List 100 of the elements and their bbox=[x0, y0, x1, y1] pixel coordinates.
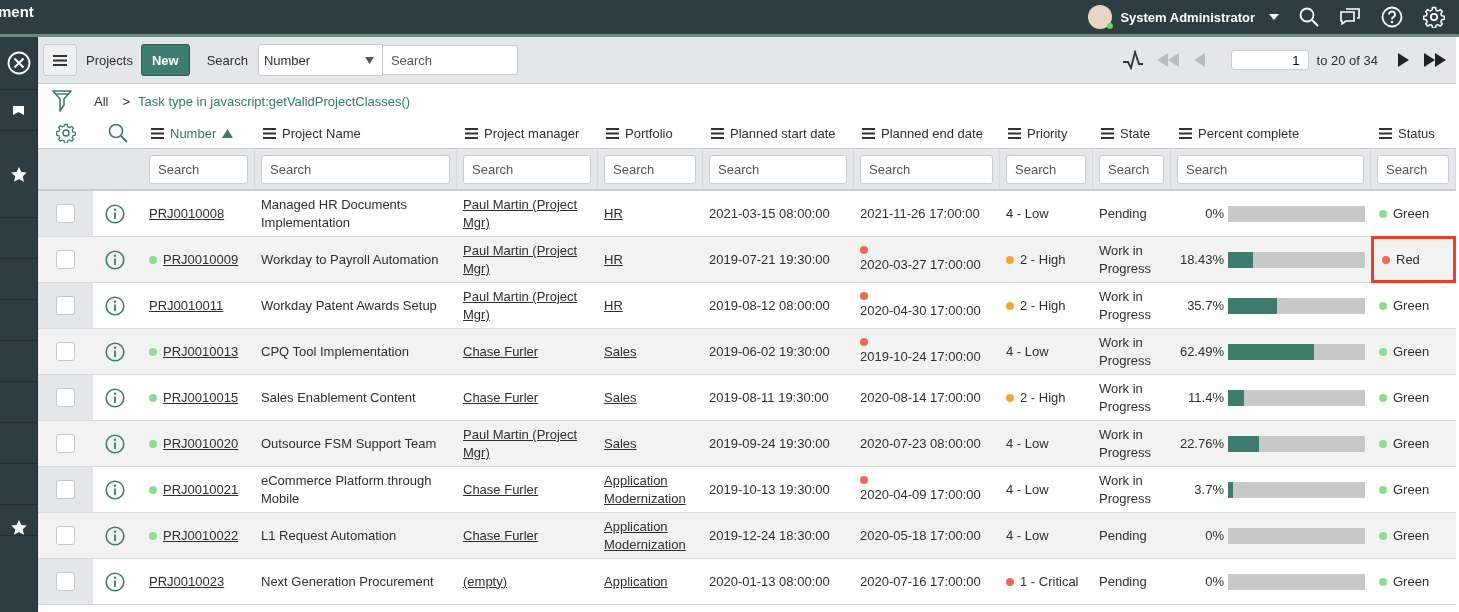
activity-icon[interactable] bbox=[1122, 50, 1145, 70]
info-icon[interactable] bbox=[105, 571, 125, 592]
record-link[interactable]: PRJ0010015 bbox=[163, 388, 239, 407]
checkbox[interactable] bbox=[56, 342, 75, 361]
info-icon[interactable] bbox=[105, 525, 125, 546]
search-field-select[interactable]: Number bbox=[257, 44, 383, 76]
chat-icon[interactable] bbox=[1339, 7, 1361, 27]
manager-link[interactable]: Paul Martin (Project Mgr) bbox=[463, 287, 592, 324]
help-icon[interactable] bbox=[1381, 6, 1403, 28]
manager-link[interactable]: Chase Furler bbox=[463, 342, 539, 361]
record-link[interactable]: PRJ0010008 bbox=[149, 204, 225, 223]
portfolio-link[interactable]: Application bbox=[604, 572, 668, 591]
manager-link[interactable]: Paul Martin (Project Mgr) bbox=[463, 195, 592, 232]
info-icon[interactable] bbox=[105, 295, 125, 316]
new-button[interactable]: New bbox=[140, 44, 190, 76]
checkbox[interactable] bbox=[56, 480, 75, 499]
column-header[interactable]: Planned start date bbox=[730, 125, 836, 141]
portfolio-link[interactable]: HR bbox=[604, 296, 623, 315]
record-link[interactable]: PRJ0010009 bbox=[163, 250, 239, 269]
column-search-field[interactable]: Search bbox=[709, 154, 847, 184]
column-search-field[interactable]: Search bbox=[1177, 154, 1364, 184]
portfolio-link[interactable]: HR bbox=[604, 204, 623, 223]
column-menu-icon[interactable] bbox=[1179, 127, 1192, 139]
column-header[interactable]: Portfolio bbox=[625, 125, 673, 141]
checkbox[interactable] bbox=[56, 204, 75, 223]
column-menu-icon[interactable] bbox=[151, 127, 164, 139]
info-icon[interactable] bbox=[105, 479, 125, 500]
avatar[interactable] bbox=[1088, 5, 1113, 29]
filter-icon[interactable] bbox=[52, 90, 72, 112]
column-header[interactable]: Project Name bbox=[282, 125, 361, 141]
flag-icon[interactable] bbox=[13, 105, 24, 115]
record-link[interactable]: PRJ0010021 bbox=[163, 480, 239, 499]
info-icon[interactable] bbox=[105, 249, 125, 270]
column-menu-icon[interactable] bbox=[1008, 127, 1021, 139]
column-search-field[interactable]: Search bbox=[1099, 154, 1164, 184]
table-cell: 2019-07-21 19:30:00 bbox=[709, 250, 830, 269]
column-header[interactable]: Status bbox=[1398, 125, 1435, 141]
column-header[interactable]: Percent complete bbox=[1198, 125, 1300, 141]
manager-link[interactable]: Chase Furler bbox=[463, 388, 539, 407]
breadcrumb-link[interactable]: All bbox=[94, 93, 109, 109]
manager-link[interactable]: Paul Martin (Project Mgr) bbox=[463, 241, 592, 278]
info-icon[interactable] bbox=[105, 433, 125, 454]
star-icon[interactable] bbox=[10, 166, 27, 182]
column-menu-icon[interactable] bbox=[465, 127, 478, 139]
info-icon[interactable] bbox=[105, 203, 125, 224]
column-search-field[interactable]: Search bbox=[860, 154, 993, 184]
portfolio-link[interactable]: Sales bbox=[604, 434, 637, 453]
star-icon[interactable] bbox=[10, 520, 27, 535]
percent-text: 35.7% bbox=[1187, 296, 1224, 315]
search-icon[interactable] bbox=[108, 123, 128, 143]
column-menu-icon[interactable] bbox=[862, 127, 875, 139]
column-menu-icon[interactable] bbox=[606, 127, 619, 139]
page-field[interactable]: 1 bbox=[1230, 50, 1309, 70]
info-icon[interactable] bbox=[105, 341, 125, 362]
record-link[interactable]: PRJ0010013 bbox=[163, 342, 239, 361]
record-link[interactable]: PRJ0010020 bbox=[163, 434, 239, 453]
column-header[interactable]: Project manager bbox=[484, 125, 580, 141]
portfolio-link[interactable]: Sales bbox=[604, 388, 637, 407]
settings-icon[interactable] bbox=[55, 123, 76, 143]
column-header[interactable]: Number bbox=[170, 125, 217, 141]
checkbox[interactable] bbox=[56, 526, 75, 545]
column-search-field[interactable]: Search bbox=[604, 154, 696, 184]
column-header[interactable]: Priority bbox=[1027, 125, 1068, 141]
portfolio-link[interactable]: Sales bbox=[604, 342, 637, 361]
checkbox[interactable] bbox=[56, 572, 75, 591]
column-search-field[interactable]: Search bbox=[1006, 154, 1086, 184]
sort-ascending-icon[interactable] bbox=[222, 128, 234, 138]
search-icon[interactable] bbox=[1299, 7, 1319, 27]
column-menu-icon[interactable] bbox=[711, 127, 724, 139]
portfolio-link[interactable]: Application Modernization bbox=[604, 471, 697, 508]
manager-link[interactable]: (empty) bbox=[463, 572, 508, 591]
column-search-field[interactable]: Search bbox=[463, 154, 591, 184]
search-field[interactable]: Search bbox=[382, 45, 518, 75]
last-page-icon[interactable] bbox=[1424, 53, 1446, 67]
record-link[interactable]: PRJ0010022 bbox=[163, 526, 239, 545]
column-header[interactable]: State bbox=[1120, 125, 1151, 141]
user-name[interactable]: System Administrator bbox=[1120, 9, 1255, 25]
breadcrumb-link[interactable]: Task type in javascript:getValidProjectClasses() bbox=[138, 93, 411, 109]
checkbox[interactable] bbox=[56, 296, 75, 315]
record-link[interactable]: PRJ0010023 bbox=[149, 572, 225, 591]
menu-button[interactable] bbox=[43, 44, 77, 76]
portfolio-link[interactable]: HR bbox=[604, 250, 623, 269]
info-icon[interactable] bbox=[105, 387, 125, 408]
caret-icon[interactable] bbox=[1269, 14, 1279, 20]
column-header[interactable]: Planned end date bbox=[881, 125, 983, 141]
column-search-field[interactable]: Search bbox=[149, 154, 248, 184]
checkbox[interactable] bbox=[56, 250, 75, 269]
checkbox[interactable] bbox=[56, 434, 75, 453]
column-menu-icon[interactable] bbox=[1101, 127, 1114, 139]
column-menu-icon[interactable] bbox=[1379, 127, 1392, 139]
column-search-field[interactable]: Search bbox=[261, 154, 450, 184]
column-search-field[interactable]: Search bbox=[1377, 154, 1449, 184]
record-link[interactable]: PRJ0010011 bbox=[149, 296, 224, 315]
manager-link[interactable]: Chase Furler bbox=[463, 526, 539, 545]
portfolio-link[interactable]: Application Modernization bbox=[604, 517, 697, 554]
manager-link[interactable]: Paul Martin (Project Mgr) bbox=[463, 425, 592, 462]
checkbox[interactable] bbox=[56, 388, 75, 407]
close-icon[interactable] bbox=[6, 51, 31, 75]
manager-link[interactable]: Chase Furler bbox=[463, 480, 539, 499]
column-menu-icon[interactable] bbox=[263, 127, 276, 139]
